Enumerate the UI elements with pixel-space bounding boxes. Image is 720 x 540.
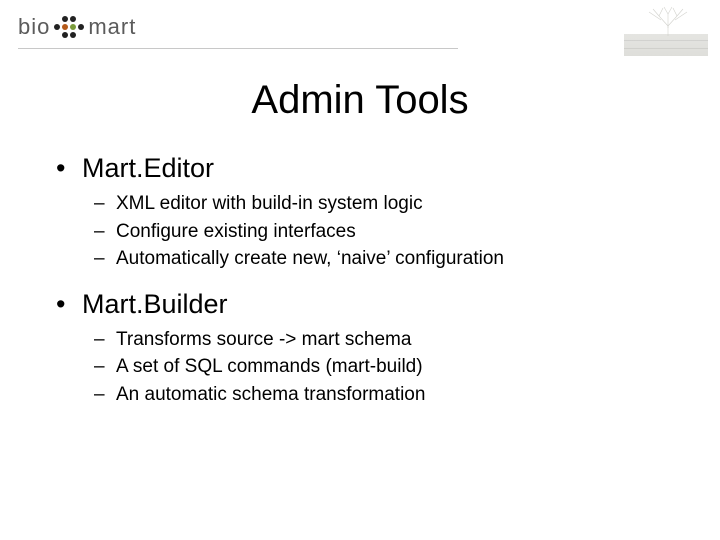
decorative-image xyxy=(622,4,712,59)
logo-text-bio: bio xyxy=(18,14,50,39)
header-underline xyxy=(18,48,458,49)
slide-header: bio mart xyxy=(0,0,720,60)
sub-bullet: A set of SQL commands (mart-build) xyxy=(50,353,680,381)
biomart-logo: bio mart xyxy=(18,14,136,42)
bullet-heading: Mart.Builder xyxy=(50,289,680,320)
slide-content: Mart.Editor XML editor with build-in sys… xyxy=(0,153,720,408)
sub-bullet: XML editor with build-in system logic xyxy=(50,190,680,218)
sub-bullet: An automatic schema transformation xyxy=(50,381,680,409)
tree-icon xyxy=(641,6,696,36)
sub-bullet: Configure existing interfaces xyxy=(50,218,680,246)
building-icon xyxy=(624,34,708,56)
logo-dot-grid-icon xyxy=(53,15,85,39)
logo-text-mart: mart xyxy=(88,14,136,39)
sub-bullet: Transforms source -> mart schema xyxy=(50,326,680,354)
slide-title: Admin Tools xyxy=(0,78,720,123)
sub-bullet: Automatically create new, ‘naive’ config… xyxy=(50,245,680,273)
bullet-heading: Mart.Editor xyxy=(50,153,680,184)
